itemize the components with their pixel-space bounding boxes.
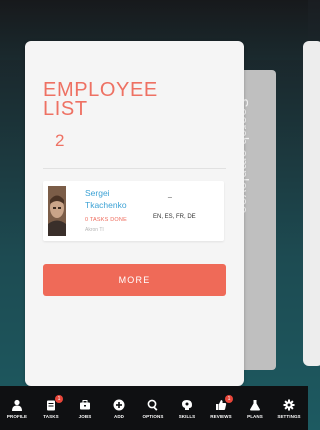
nav-skills[interactable]: SKILLS bbox=[170, 386, 204, 430]
briefcase-icon bbox=[80, 400, 90, 410]
employee-location: Akron TI bbox=[85, 227, 104, 233]
reviews-badge: 1 bbox=[225, 395, 233, 403]
nav-label-plans: PLANS bbox=[247, 414, 263, 419]
nav-add[interactable]: ADD bbox=[102, 386, 136, 430]
nav-label-settings: SETTINGS bbox=[277, 414, 301, 419]
nav-settings[interactable]: SETTINGS bbox=[272, 386, 306, 430]
next-card[interactable] bbox=[303, 41, 320, 366]
nav-label-reviews: REVIEWS bbox=[210, 414, 232, 419]
tasks-badge: 1 bbox=[55, 395, 63, 403]
employee-name[interactable]: Sergei Tkachenko bbox=[85, 187, 145, 211]
employee-rating: _ bbox=[168, 191, 172, 198]
nav-options[interactable]: OPTIONS bbox=[136, 386, 170, 430]
avatar bbox=[48, 186, 66, 236]
flask-icon bbox=[250, 400, 260, 411]
card-title: EMPLOYEE LIST bbox=[43, 80, 158, 120]
nav-label-add: ADD bbox=[113, 414, 125, 419]
search-gear-icon bbox=[147, 399, 158, 411]
nav-jobs[interactable]: JOBS bbox=[68, 386, 102, 430]
employee-languages: EN, ES, FR, DE bbox=[153, 214, 196, 220]
employee-list-card: EMPLOYEE LIST 2 Sergei Tkachenko 0 TASKS… bbox=[25, 41, 244, 386]
nav-label-profile: PROFILE bbox=[6, 414, 28, 419]
nav-label-skills: SKILLS bbox=[178, 414, 196, 419]
tasks-done: 0 TASKS DONE bbox=[85, 217, 127, 223]
divider bbox=[43, 168, 226, 169]
nav-plans[interactable]: PLANS bbox=[238, 386, 272, 430]
nav-tasks[interactable]: 1 TASKS bbox=[34, 386, 68, 430]
gear-icon bbox=[283, 399, 295, 411]
nav-label-jobs: JOBS bbox=[78, 414, 92, 419]
plus-circle-icon bbox=[113, 399, 125, 411]
nav-profile[interactable]: PROFILE bbox=[0, 386, 34, 430]
nav-reviews[interactable]: 1 REVIEWS bbox=[204, 386, 238, 430]
more-button[interactable]: MORE bbox=[43, 264, 226, 296]
nav-label-tasks: TASKS bbox=[43, 414, 59, 419]
employee-count: 2 bbox=[55, 131, 65, 150]
nav-label-options: OPTIONS bbox=[142, 414, 164, 419]
bottom-nav: PROFILE 1 TASKS JOBS ADD OPTIONS SKILLS bbox=[0, 386, 308, 430]
employee-item[interactable]: Sergei Tkachenko 0 TASKS DONE Akron TI _… bbox=[43, 181, 224, 241]
brain-icon bbox=[182, 400, 192, 410]
person-icon bbox=[12, 399, 22, 411]
card-title-line-2: LIST bbox=[43, 98, 88, 120]
